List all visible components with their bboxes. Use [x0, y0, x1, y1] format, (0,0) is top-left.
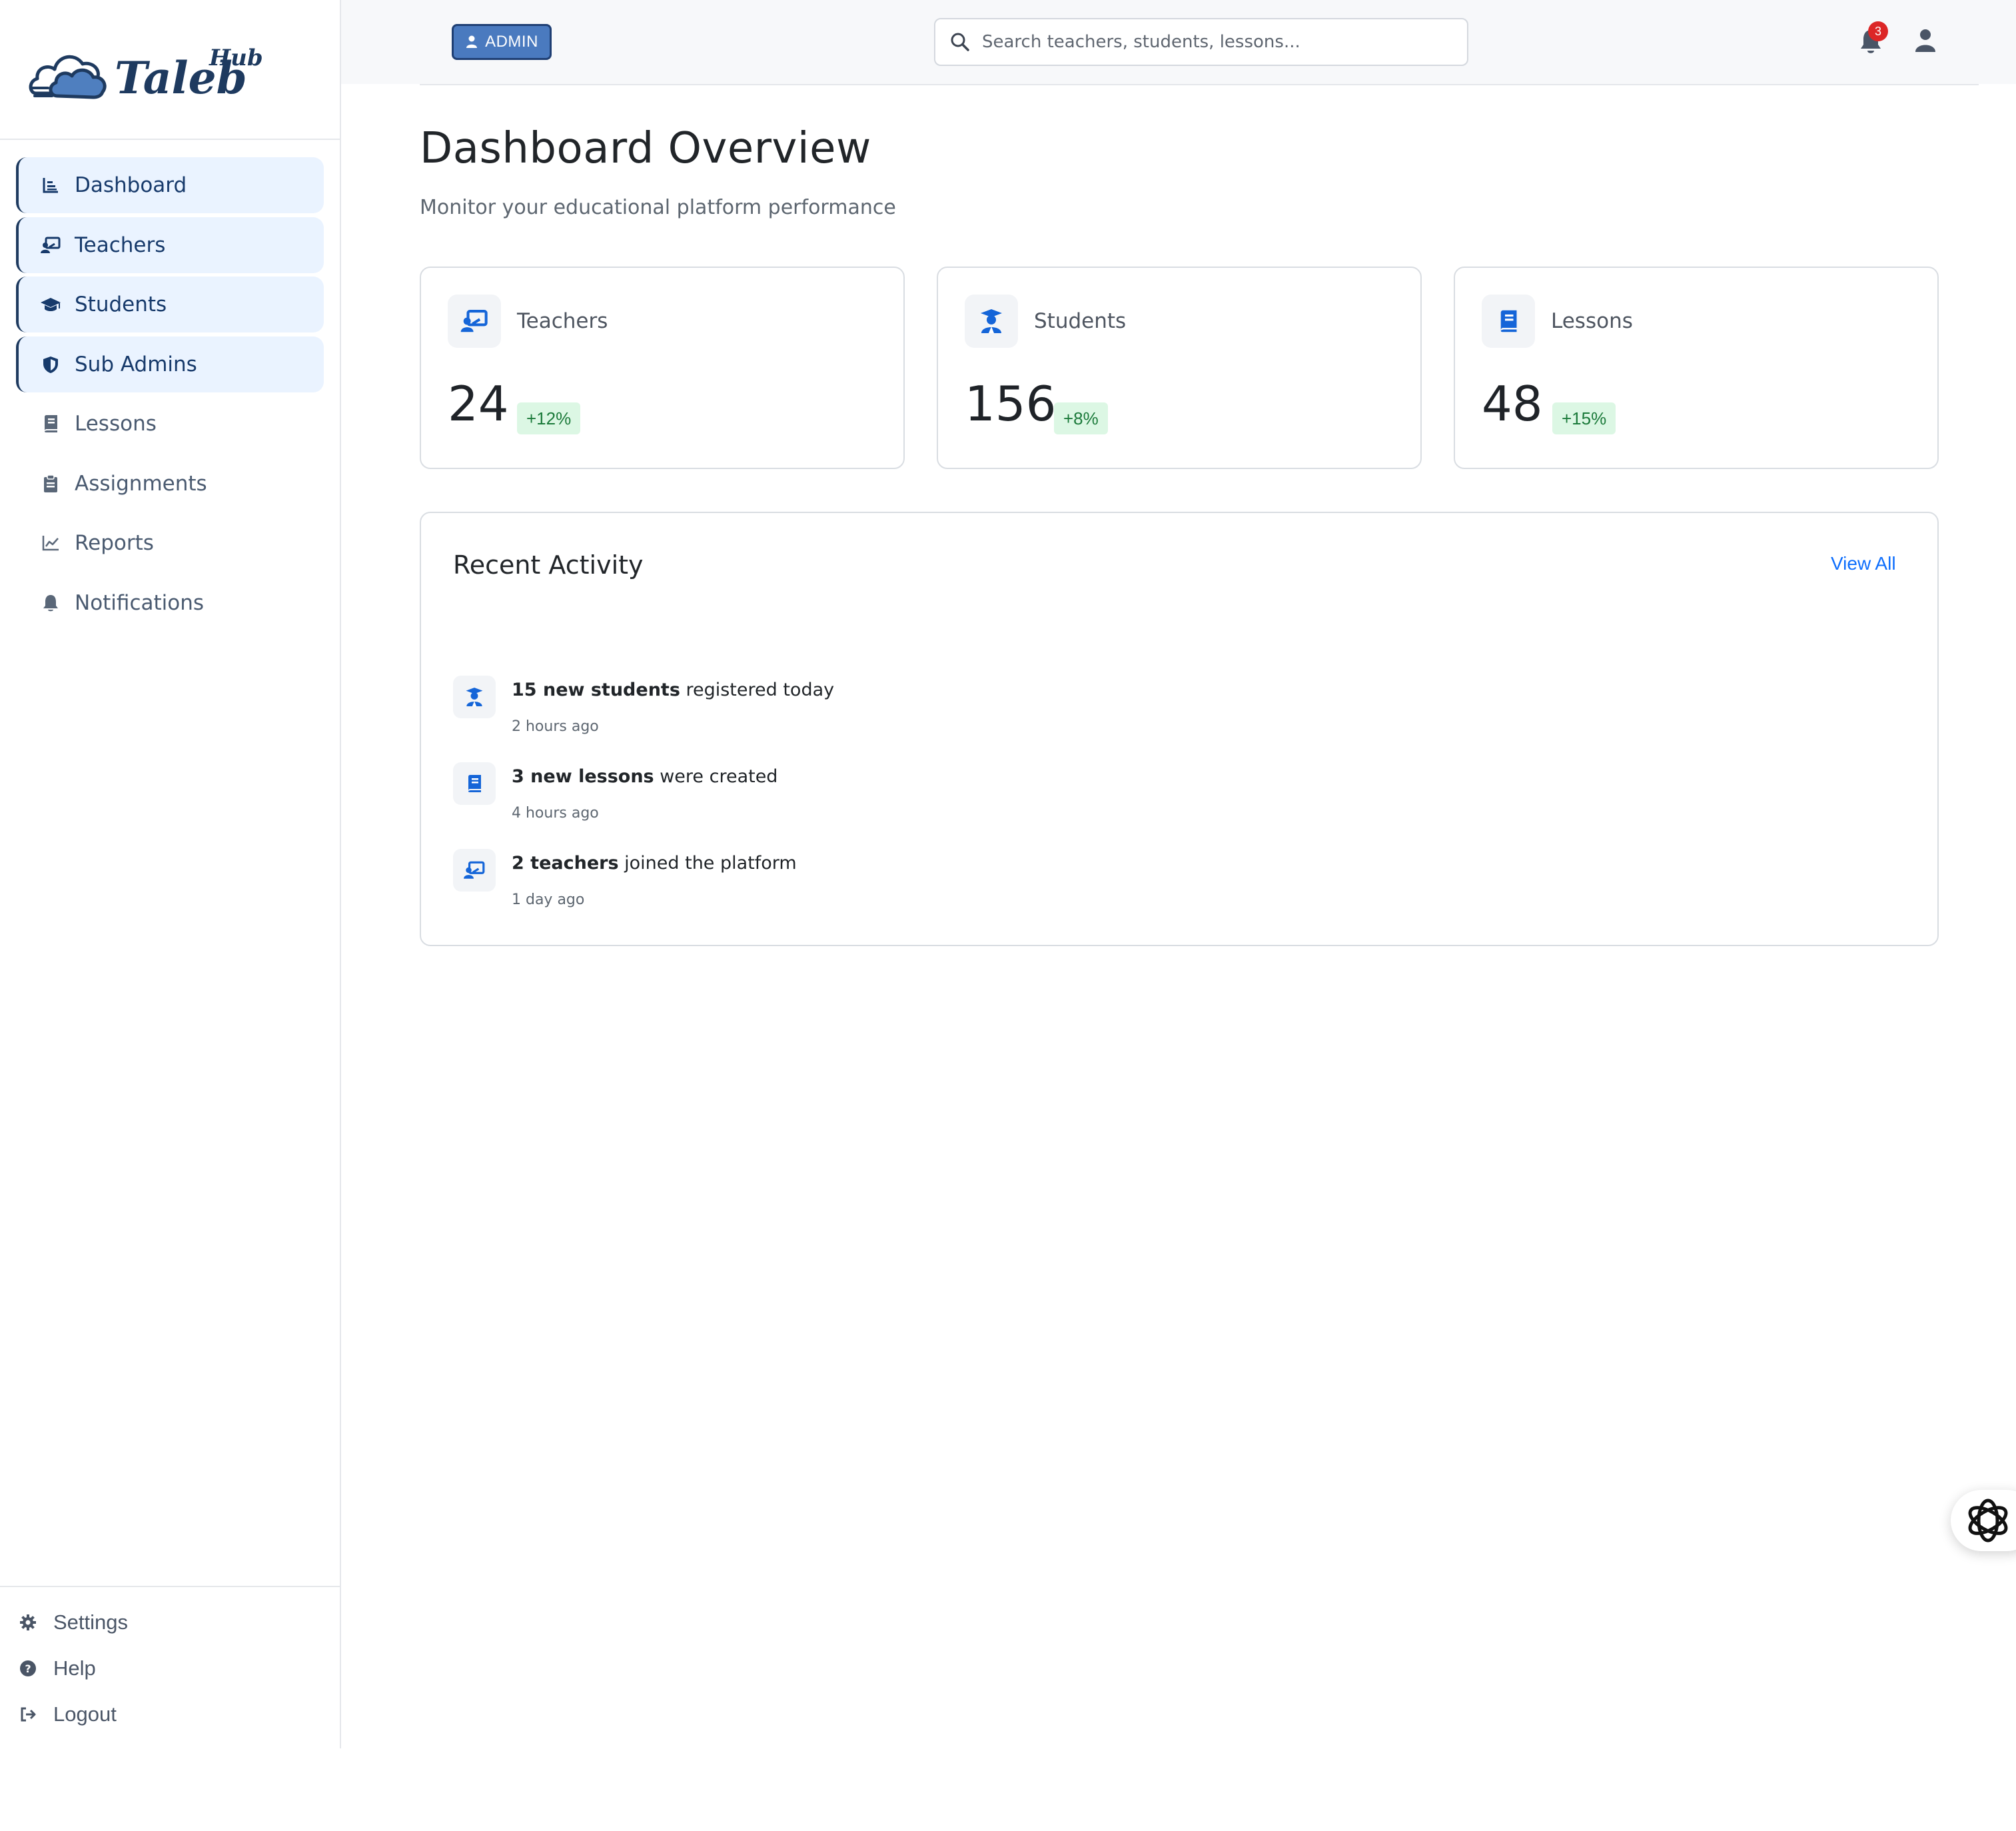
sidebar: Taleb Hub Dashboard Teachers Students Su…: [0, 0, 341, 1748]
recent-activity-title: Recent Activity: [453, 550, 644, 580]
sidebar-item-label: Notifications: [75, 590, 205, 615]
book-icon: [40, 413, 61, 434]
taleb-hub-logo[interactable]: Taleb Hub: [28, 35, 268, 108]
stat-value: 48: [1482, 376, 1543, 432]
bell-icon: [40, 592, 61, 614]
role-badge-label: ADMIN: [485, 33, 538, 51]
activity-item: 3 new lessons were created 4 hours ago: [453, 762, 1652, 836]
stat-label: Teachers: [517, 309, 608, 333]
stat-label: Students: [1034, 309, 1127, 333]
settings-link[interactable]: Settings: [19, 1599, 325, 1645]
stat-change-badge: +15%: [1552, 402, 1616, 434]
activity-description: joined the platform: [618, 853, 797, 874]
footer-divider: [0, 1586, 340, 1587]
activity-description: were created: [654, 766, 778, 787]
sidebar-item-label: Reports: [75, 531, 154, 555]
settings-label: Settings: [53, 1610, 129, 1634]
gear-icon: [19, 1613, 37, 1632]
stat-card-students: Students 156 +8%: [937, 267, 1422, 469]
sidebar-item-notifications[interactable]: Notifications: [16, 575, 324, 631]
logout-link[interactable]: Logout: [19, 1691, 325, 1737]
user-shield-icon: [465, 35, 480, 49]
activity-highlight: 15 new students: [512, 680, 680, 700]
sidebar-item-label: Teachers: [75, 233, 166, 257]
sidebar-item-sub-admins[interactable]: Sub Admins: [16, 336, 324, 392]
search-bar[interactable]: [934, 18, 1468, 66]
user-profile-button[interactable]: [1913, 28, 1937, 53]
chalkboard-teacher-icon: [448, 295, 501, 348]
view-all-link[interactable]: View All: [1831, 553, 1896, 574]
help-link[interactable]: ? Help: [19, 1645, 325, 1691]
sidebar-item-label: Students: [75, 293, 167, 316]
activity-text: 15 new students registered today: [512, 680, 834, 700]
help-label: Help: [53, 1656, 96, 1680]
shield-icon: [40, 354, 61, 375]
stat-card-teachers: Teachers 24 +12%: [420, 267, 905, 469]
stat-label: Lessons: [1551, 309, 1633, 333]
logout-icon: [19, 1705, 37, 1724]
stat-value: 156: [965, 376, 1057, 432]
stat-card-lessons: Lessons 48 +15%: [1454, 267, 1939, 469]
notification-count-badge: 3: [1868, 21, 1888, 41]
cloud-logo-icon: [29, 55, 107, 99]
user-graduate-icon: [453, 676, 496, 718]
chalkboard-teacher-icon: [40, 235, 61, 256]
question-circle-icon: ?: [19, 1659, 37, 1678]
sidebar-item-reports[interactable]: Reports: [16, 515, 324, 571]
chart-bar-icon: [40, 175, 61, 196]
activity-highlight: 2 teachers: [512, 853, 619, 874]
search-icon: [950, 32, 970, 52]
sidebar-item-dashboard[interactable]: Dashboard: [16, 157, 324, 213]
assistant-logo-icon: [1968, 1499, 2008, 1542]
activity-item: 15 new students registered today 2 hours…: [453, 676, 1652, 749]
graduation-cap-icon: [40, 294, 61, 315]
stat-change-badge: +12%: [517, 402, 581, 434]
admin-role-badge: ADMIN: [452, 24, 552, 60]
clipboard-icon: [40, 473, 61, 494]
activity-description: registered today: [680, 680, 835, 700]
assistant-chat-button[interactable]: [1951, 1490, 2016, 1551]
sidebar-item-students[interactable]: Students: [16, 277, 324, 332]
page-title: Dashboard Overview: [420, 124, 871, 173]
activity-item: 2 teachers joined the platform 1 day ago: [453, 849, 1652, 922]
logout-label: Logout: [53, 1702, 117, 1726]
book-icon: [1482, 295, 1535, 348]
sidebar-item-teachers[interactable]: Teachers: [16, 217, 324, 273]
stat-value: 24: [448, 376, 509, 432]
line-chart-icon: [40, 532, 61, 554]
activity-timestamp: 1 day ago: [512, 892, 585, 908]
sidebar-nav: Dashboard Teachers Students Sub Admins L…: [16, 157, 324, 634]
sidebar-item-label: Lessons: [75, 412, 157, 436]
header-divider: [420, 84, 1979, 85]
sidebar-item-assignments[interactable]: Assignments: [16, 456, 324, 512]
activity-timestamp: 2 hours ago: [512, 718, 599, 735]
user-graduate-icon: [965, 295, 1018, 348]
stat-change-badge: +8%: [1054, 402, 1108, 434]
sidebar-item-label: Sub Admins: [75, 352, 197, 376]
sidebar-item-lessons[interactable]: Lessons: [16, 396, 324, 452]
brand-superscript: Hub: [209, 45, 263, 71]
user-icon: [1915, 29, 1935, 52]
sidebar-footer: Settings ? Help Logout: [19, 1599, 325, 1737]
search-input[interactable]: [981, 31, 1436, 53]
book-icon: [453, 762, 496, 805]
activity-text: 2 teachers joined the platform: [512, 853, 797, 874]
chalkboard-teacher-icon: [453, 849, 496, 892]
page-subtitle: Monitor your educational platform perfor…: [420, 196, 896, 219]
sidebar-item-label: Assignments: [75, 471, 207, 496]
recent-activity-card: Recent Activity View All 15 new students…: [420, 512, 1939, 946]
activity-timestamp: 4 hours ago: [512, 805, 599, 822]
logo-divider: [0, 139, 340, 140]
svg-text:?: ?: [25, 1662, 31, 1675]
activity-text: 3 new lessons were created: [512, 766, 777, 787]
activity-highlight: 3 new lessons: [512, 766, 654, 787]
sidebar-item-label: Dashboard: [75, 173, 187, 197]
